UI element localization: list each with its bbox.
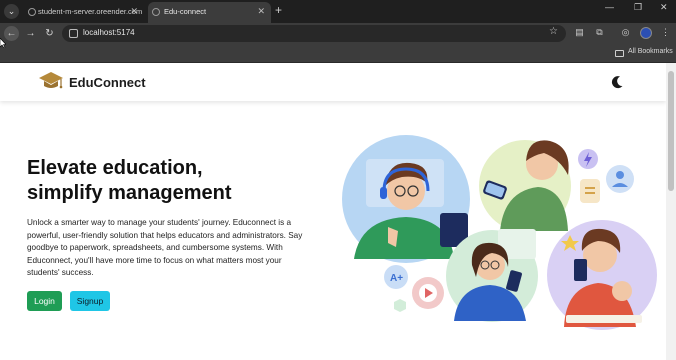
- hero-title: Elevate education, simplify management: [27, 156, 327, 206]
- reload-icon[interactable]: ↻: [42, 26, 57, 41]
- extensions-icon[interactable]: ⧉: [594, 27, 605, 38]
- hero-title-line2: simplify management: [27, 182, 232, 204]
- login-button[interactable]: Login: [27, 291, 62, 311]
- signup-button[interactable]: Signup: [70, 291, 110, 311]
- forward-arrow-icon[interactable]: →: [23, 26, 38, 41]
- hero-description: Unlock a smarter way to manage your stud…: [27, 218, 303, 278]
- profile-avatar[interactable]: [640, 27, 652, 39]
- browser-tab-active[interactable]: Edu-connect ✕: [148, 2, 271, 23]
- site-header: EduConnect: [0, 63, 666, 101]
- back-arrow-icon[interactable]: ←: [4, 26, 19, 41]
- page-viewport: EduConnect Elevate education, simplify m…: [0, 63, 666, 360]
- browser-tab-strip: ⌄ student-m-server.oreender.com ✕ Edu-co…: [0, 0, 676, 23]
- scrollbar-thumb[interactable]: [668, 71, 674, 191]
- browser-tab-inactive[interactable]: student-m-server.oreender.com ✕: [24, 2, 144, 23]
- minimize-icon[interactable]: —: [605, 2, 614, 12]
- student-headphones-illustration: [342, 135, 470, 263]
- brand-name[interactable]: EduConnect: [69, 75, 146, 90]
- globe-icon: [152, 8, 160, 16]
- close-tab-icon[interactable]: ✕: [257, 2, 265, 21]
- tab-title: Edu-connect: [164, 7, 207, 16]
- mouse-cursor-icon: [0, 38, 6, 48]
- tab-title: student-m-server.oreender.com: [38, 7, 143, 16]
- address-bar[interactable]: localhost:5174 ☆: [62, 25, 566, 42]
- globe-icon: [28, 8, 36, 16]
- all-bookmarks-link[interactable]: All Bookmarks: [628, 48, 673, 55]
- page-scrollbar[interactable]: [666, 63, 676, 360]
- bookmark-star-icon[interactable]: ☆: [549, 26, 558, 37]
- hero-title-line1: Elevate education,: [27, 157, 203, 179]
- tab-search-icon[interactable]: ⌄: [4, 4, 19, 19]
- folder-icon: [615, 50, 624, 57]
- hero-illustration: A+: [342, 135, 657, 330]
- menu-kebab-icon[interactable]: ⋮: [660, 27, 671, 38]
- restore-icon[interactable]: ❐: [634, 2, 642, 13]
- new-tab-icon[interactable]: +: [275, 3, 282, 17]
- woman-phone-illustration: [479, 140, 571, 232]
- graduation-cap-icon[interactable]: [38, 71, 64, 91]
- reading-list-icon[interactable]: ▤: [574, 27, 585, 38]
- bookmarks-bar: All Bookmarks: [0, 44, 676, 63]
- moon-icon[interactable]: [609, 74, 625, 90]
- tab-groups-icon[interactable]: ◎: [620, 27, 631, 38]
- close-tab-icon[interactable]: ✕: [130, 2, 138, 21]
- url-text: localhost:5174: [83, 28, 135, 37]
- site-info-icon[interactable]: [69, 29, 78, 38]
- note-badge-icon: [580, 179, 600, 203]
- svg-text:A+: A+: [390, 273, 403, 284]
- close-window-icon[interactable]: ✕: [660, 2, 668, 13]
- boy-phone-illustration: [547, 220, 657, 330]
- browser-toolbar: ← → ↻ localhost:5174 ☆ ▤ ⧉ ◎ ⋮: [0, 23, 676, 44]
- hexagon-decor-icon: [394, 299, 406, 312]
